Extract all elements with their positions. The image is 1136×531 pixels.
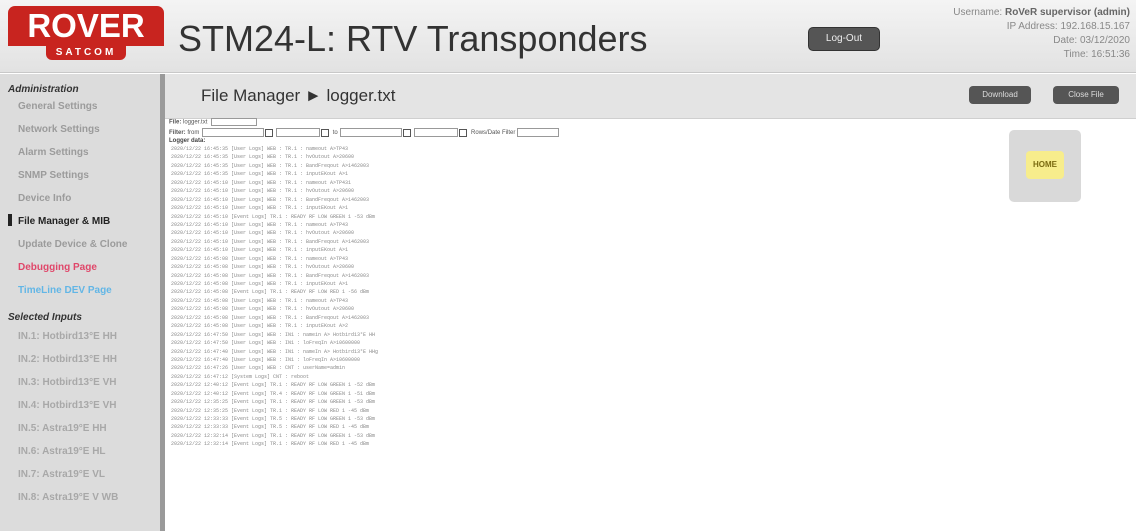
log-line: 2020/12/22 16:45:10 [User Logs] WEB : TR… bbox=[171, 179, 352, 186]
log-line: 2020/12/22 16:47:40 [User Logs] WEB : IN… bbox=[171, 348, 379, 355]
current-date: Date: 03/12/2020 bbox=[1053, 35, 1130, 46]
session-info: Username: RoVeR supervisor (admin) IP Ad… bbox=[953, 6, 1130, 62]
calendar-icon[interactable] bbox=[265, 128, 274, 137]
page-title: File Manager ► logger.txt bbox=[201, 86, 396, 105]
logger-output: 2020/12/22 16:45:35 [User Logs] WEB : TR… bbox=[171, 145, 971, 531]
sidebar-item[interactable]: General Settings bbox=[0, 95, 160, 118]
log-line: 2020/12/22 16:45:35 [User Logs] WEB : TR… bbox=[171, 154, 355, 161]
to-date-input[interactable] bbox=[340, 128, 403, 137]
sidebar-item[interactable]: Network Settings bbox=[0, 118, 160, 141]
logger-data-label: Logger data: bbox=[169, 138, 206, 144]
download-button[interactable]: Download bbox=[969, 86, 1031, 104]
sidebar-item[interactable]: Alarm Settings bbox=[0, 141, 160, 164]
logout-button[interactable]: Log-Out bbox=[808, 27, 880, 51]
log-line: 2020/12/22 16:45:08 [User Logs] WEB : TR… bbox=[171, 281, 349, 287]
log-line: 2020/12/22 16:45:10 [User Logs] WEB : TR… bbox=[171, 247, 349, 254]
main-content: File Manager ► logger.txt Download Close… bbox=[165, 74, 1136, 531]
log-line: 2020/12/22 16:45:10 [User Logs] WEB : TR… bbox=[171, 238, 370, 245]
username-value: RoVeR supervisor (admin) bbox=[1004, 7, 1130, 18]
to-label: to bbox=[332, 130, 338, 137]
log-line: 2020/12/22 12:40:12 [Event Logs] TR.4 : … bbox=[171, 390, 376, 397]
log-line: 2020/12/22 12:32:14 [Event Logs] TR.1 : … bbox=[171, 432, 376, 439]
log-line: 2020/12/22 16:45:35 [User Logs] WEB : TR… bbox=[171, 146, 349, 152]
log-line: 2020/12/22 16:45:35 [User Logs] WEB : TR… bbox=[171, 171, 349, 178]
sidebar-item[interactable]: Device Info bbox=[0, 187, 160, 210]
log-line: 2020/12/22 12:40:12 [Event Logs] TR.1 : … bbox=[171, 382, 376, 389]
log-line: 2020/12/22 16:45:08 [User Logs] WEB : TR… bbox=[171, 314, 370, 321]
log-line: 2020/12/22 16:45:10 [User Logs] WEB : TR… bbox=[171, 196, 370, 203]
input-item[interactable]: IN.7: Astra19°E VL bbox=[0, 463, 160, 486]
log-line: 2020/12/22 16:45:08 [User Logs] WEB : TR… bbox=[171, 306, 355, 313]
calendar-icon[interactable] bbox=[403, 128, 412, 137]
sidebar: Administration General Settings Network S… bbox=[0, 74, 165, 531]
logo-subtext: SATCOM bbox=[46, 46, 126, 60]
home-icon: HOME bbox=[1026, 151, 1064, 179]
input-item[interactable]: IN.6: Astra19°E HL bbox=[0, 440, 160, 463]
log-line: 2020/12/22 16:45:08 [User Logs] WEB : TR… bbox=[171, 323, 349, 330]
input-item[interactable]: IN.3: Hotbird13°E VH bbox=[0, 371, 160, 394]
current-time: Time: 16:51:36 bbox=[1063, 49, 1130, 60]
from-label: from bbox=[187, 130, 200, 137]
log-line: 2020/12/22 12:33:33 [Event Logs] TR.5 : … bbox=[171, 416, 376, 422]
log-line: 2020/12/22 16:47:26 [User Logs] WEB : CN… bbox=[171, 365, 346, 372]
log-line: 2020/12/22 16:45:10 [User Logs] WEB : TR… bbox=[171, 230, 355, 237]
admin-section-title: Administration bbox=[8, 84, 79, 95]
log-line: 2020/12/22 16:47:50 [User Logs] WEB : IN… bbox=[171, 331, 376, 338]
file-name: logger.txt bbox=[183, 119, 208, 126]
from-time-input[interactable] bbox=[276, 128, 321, 137]
clock-icon[interactable] bbox=[321, 128, 330, 137]
logo-text: ROVER bbox=[8, 6, 164, 46]
input-item[interactable]: IN.4: Hotbird13°E VH bbox=[0, 394, 160, 417]
rows-filter-select[interactable] bbox=[517, 128, 560, 137]
close-file-button[interactable]: Close File bbox=[1053, 86, 1119, 104]
username-line: Username: RoVeR supervisor (admin) bbox=[953, 6, 1130, 20]
input-item[interactable]: IN.1: Hotbird13°E HH bbox=[0, 325, 160, 348]
sidebar-item[interactable]: Debugging Page bbox=[0, 256, 160, 279]
log-line: 2020/12/22 12:35:25 [Event Logs] TR.1 : … bbox=[171, 399, 376, 406]
file-row: File: logger.txt bbox=[169, 118, 258, 126]
filter-row: Filter: from to Rows/Date Filter bbox=[169, 128, 560, 138]
sidebar-item[interactable]: Update Device & Clone bbox=[0, 233, 160, 256]
sidebar-item[interactable]: SNMP Settings bbox=[0, 164, 160, 187]
page-header: File Manager ► logger.txt Download Close… bbox=[165, 74, 1136, 119]
log-line: 2020/12/22 12:32:14 [Event Logs] TR.1 : … bbox=[171, 441, 370, 448]
to-time-input[interactable] bbox=[414, 128, 459, 137]
username-label: Username: bbox=[953, 7, 1003, 18]
input-item[interactable]: IN.8: Astra19°E V WB bbox=[0, 486, 160, 509]
log-line: 2020/12/22 16:45:35 [User Logs] WEB : TR… bbox=[171, 162, 370, 169]
inputs-list: IN.1: Hotbird13°E HH IN.2: Hotbird13°E HH… bbox=[0, 325, 160, 509]
sidebar-item[interactable]: File Manager & MIB bbox=[0, 210, 160, 233]
admin-menu: General Settings Network Settings Alarm Se… bbox=[0, 95, 160, 302]
file-select[interactable] bbox=[211, 118, 258, 126]
filter-label: Filter: bbox=[169, 130, 186, 137]
app-header: ROVER SATCOM STM24-L: RTV Transponders L… bbox=[0, 0, 1136, 73]
log-line: 2020/12/22 12:35:25 [Event Logs] TR.1 : … bbox=[171, 407, 370, 414]
log-line: 2020/12/22 16:45:10 [User Logs] WEB : TR… bbox=[171, 205, 349, 212]
rover-satcom-logo: ROVER SATCOM bbox=[8, 6, 164, 64]
inputs-section-title: Selected Inputs bbox=[8, 312, 82, 323]
ip-address: IP Address: 192.168.15.167 bbox=[1006, 21, 1130, 32]
app-title: STM24-L: RTV Transponders bbox=[178, 18, 648, 59]
log-line: 2020/12/22 16:45:10 [User Logs] WEB : TR… bbox=[171, 221, 349, 228]
log-line: 2020/12/22 16:47:50 [User Logs] WEB : IN… bbox=[171, 340, 361, 347]
clock-icon[interactable] bbox=[459, 128, 468, 137]
log-line: 2020/12/22 16:47:40 [User Logs] WEB : IN… bbox=[171, 356, 361, 363]
log-line: 2020/12/22 16:45:08 [User Logs] WEB : TR… bbox=[171, 297, 349, 304]
log-line: 2020/12/22 16:45:08 [User Logs] WEB : TR… bbox=[171, 255, 349, 262]
log-line: 2020/12/22 16:47:12 [System Logs] CNT : … bbox=[171, 373, 310, 380]
log-line: 2020/12/22 16:45:10 [Event Logs] TR.1 : … bbox=[171, 213, 376, 220]
input-item[interactable]: IN.5: Astra19°E HH bbox=[0, 417, 160, 440]
file-label: File: bbox=[169, 119, 182, 126]
log-line: 2020/12/22 16:45:10 [User Logs] WEB : TR… bbox=[171, 188, 355, 195]
rows-filter-label: Rows/Date Filter bbox=[471, 130, 516, 137]
from-date-input[interactable] bbox=[202, 128, 265, 137]
home-button[interactable]: HOME bbox=[1009, 130, 1081, 202]
input-item[interactable]: IN.2: Hotbird13°E HH bbox=[0, 348, 160, 371]
sidebar-item[interactable]: TimeLine DEV Page bbox=[0, 279, 160, 302]
log-line: 2020/12/22 16:45:08 [Event Logs] TR.1 : … bbox=[171, 289, 370, 296]
log-line: 2020/12/22 16:45:08 [User Logs] WEB : TR… bbox=[171, 272, 370, 279]
log-line: 2020/12/22 16:45:08 [User Logs] WEB : TR… bbox=[171, 264, 355, 271]
log-line: 2020/12/22 12:33:33 [Event Logs] TR.5 : … bbox=[171, 424, 370, 431]
